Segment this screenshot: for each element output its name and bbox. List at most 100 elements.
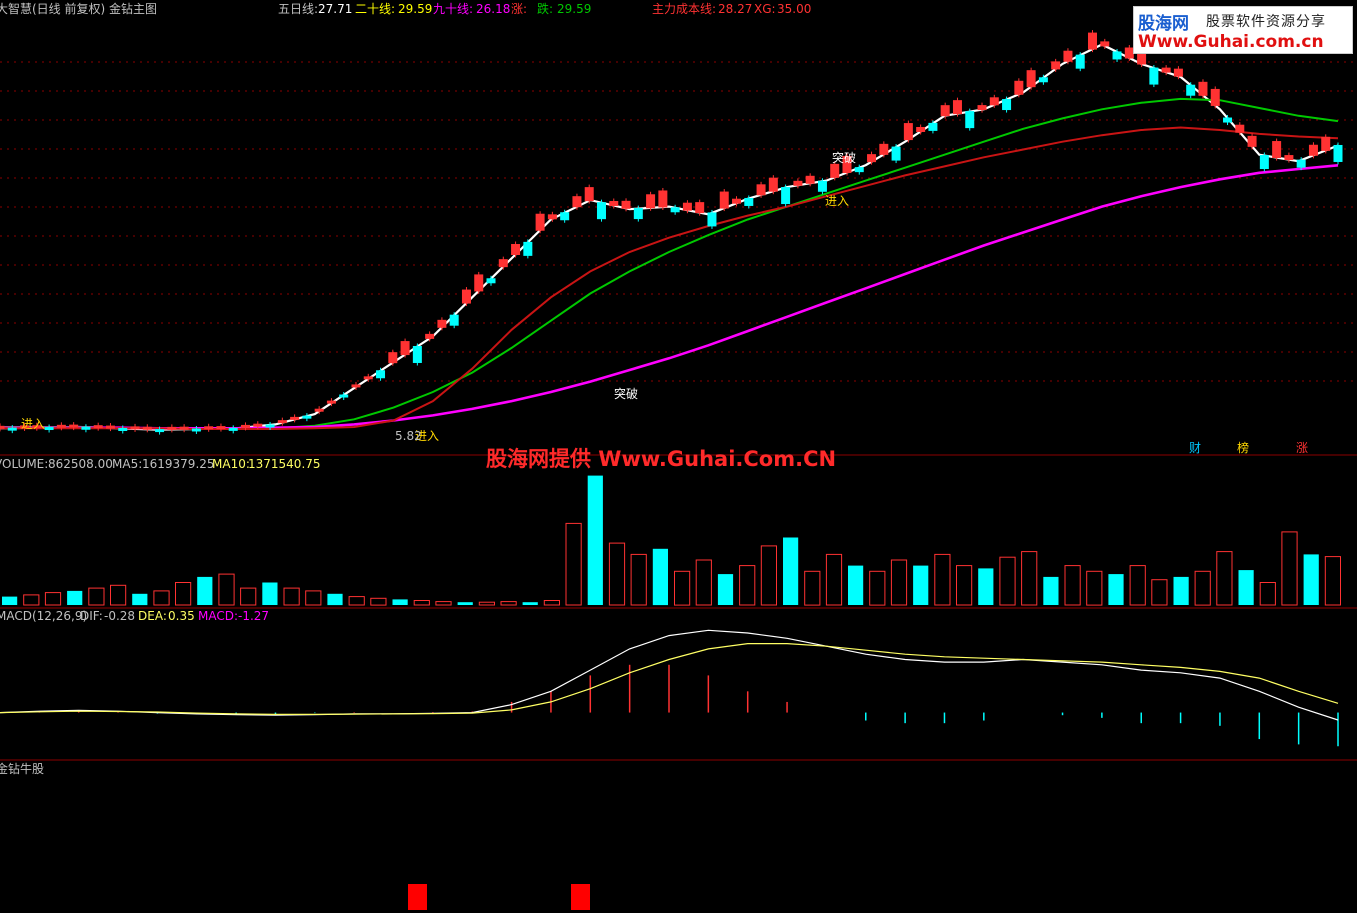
volume-bar xyxy=(934,553,951,606)
candle-body xyxy=(1002,99,1012,111)
volume-bar xyxy=(23,594,40,606)
candle-body xyxy=(560,212,570,221)
macd-hist-value: -1.27 xyxy=(238,609,269,623)
volume-bar xyxy=(478,601,495,606)
candle-body xyxy=(105,425,115,429)
candle-body xyxy=(1235,124,1245,133)
candle-body xyxy=(928,122,938,131)
volume-bar xyxy=(825,553,843,606)
volume-bar xyxy=(608,542,626,606)
candle-body xyxy=(412,345,422,363)
main-plot xyxy=(0,30,1343,435)
candle-body xyxy=(1173,68,1183,77)
candle-body xyxy=(633,208,643,220)
volume-bar xyxy=(1151,579,1168,606)
volume-bar xyxy=(2,596,18,605)
candle-body xyxy=(989,97,999,106)
candle-body xyxy=(1014,80,1024,95)
volume-bar xyxy=(1324,556,1342,606)
series-line-3 xyxy=(0,164,1339,430)
volume-bar xyxy=(869,570,886,606)
macd-dea-label: DEA: xyxy=(138,609,167,623)
xg-value: 35.00 xyxy=(777,2,811,16)
volume-bar xyxy=(305,590,322,606)
candle-body xyxy=(830,163,840,178)
ma20-value: 29.59 xyxy=(398,2,432,16)
candle-body xyxy=(547,214,557,220)
up-label: 涨: xyxy=(511,1,527,16)
down-label: 跌: xyxy=(537,1,553,16)
volume-bar xyxy=(587,475,603,605)
candle-body xyxy=(854,167,864,173)
candle-body xyxy=(56,424,66,428)
volume-bar xyxy=(783,537,799,605)
volume-bar xyxy=(218,573,235,606)
candle-body xyxy=(44,427,54,431)
candle-body xyxy=(314,408,324,412)
candle-body xyxy=(817,180,827,192)
candle-body xyxy=(1087,32,1097,50)
candle-body xyxy=(682,202,692,211)
volume-value: 862508.00 xyxy=(48,457,113,471)
candle-body xyxy=(572,196,582,208)
volume-bar xyxy=(1108,574,1124,605)
volume-bar xyxy=(674,570,691,606)
candle-body xyxy=(719,191,729,209)
candle-body xyxy=(768,177,778,192)
xg-label: XG: xyxy=(754,2,776,16)
candle-body xyxy=(1247,135,1257,147)
watermark-brand: 股海网 xyxy=(1138,14,1189,34)
candle-body xyxy=(732,198,742,204)
candle-body xyxy=(756,184,766,196)
volume-bar xyxy=(370,597,387,606)
volume-bar xyxy=(1216,551,1233,606)
volume-ma5-label: MA5: xyxy=(112,457,142,471)
ma90-label: 九十线: xyxy=(433,2,473,16)
candle-body xyxy=(339,394,349,398)
candle-body xyxy=(1075,54,1085,69)
candle-body xyxy=(1026,70,1036,88)
candle-body xyxy=(1186,84,1196,96)
candle-body xyxy=(69,424,79,428)
volume-bar xyxy=(262,582,278,605)
volume-bar xyxy=(1043,576,1059,605)
candle-body xyxy=(474,274,484,292)
badge-bang: 榜 xyxy=(1237,440,1249,455)
candle-body xyxy=(1038,77,1048,83)
candle-body xyxy=(916,126,926,132)
cost-value: 28.27 xyxy=(718,2,752,16)
volume-bar xyxy=(956,565,973,606)
candle-body xyxy=(695,202,705,214)
candle-body xyxy=(965,111,975,129)
bottom-panel-title: 金钻牛股 xyxy=(0,761,44,776)
candle-body xyxy=(486,278,496,284)
candle-body xyxy=(891,146,901,161)
candle-body xyxy=(265,424,275,428)
volume-bar xyxy=(1259,582,1276,606)
volume-bar xyxy=(1281,531,1298,606)
macd-plot xyxy=(0,629,1339,747)
candle-body xyxy=(867,154,877,163)
candle-body xyxy=(952,100,962,115)
volume-bar xyxy=(1238,570,1254,605)
volume-bar xyxy=(565,522,582,606)
candle-body xyxy=(191,428,201,432)
candle-body xyxy=(351,384,361,388)
volume-bar xyxy=(848,565,864,605)
volume-bar xyxy=(804,570,821,606)
candle-body xyxy=(535,213,545,231)
candle-body xyxy=(93,425,103,429)
macd-hist-label: MACD: xyxy=(198,609,238,623)
volume-bar xyxy=(739,565,756,606)
candle-body xyxy=(1272,141,1282,159)
candle-body xyxy=(879,143,889,155)
volume-bar xyxy=(348,596,365,606)
candle-body xyxy=(118,427,128,431)
candle-body xyxy=(1198,81,1208,96)
volume-ma5-value: 1619379.25 xyxy=(142,457,215,471)
volume-bar xyxy=(1021,551,1038,606)
candle-body xyxy=(167,426,177,430)
volume-bar xyxy=(695,559,712,606)
candle-body xyxy=(1223,117,1233,123)
center-watermark: 股海网提供 Www.Guhai.Com.CN xyxy=(486,447,837,471)
